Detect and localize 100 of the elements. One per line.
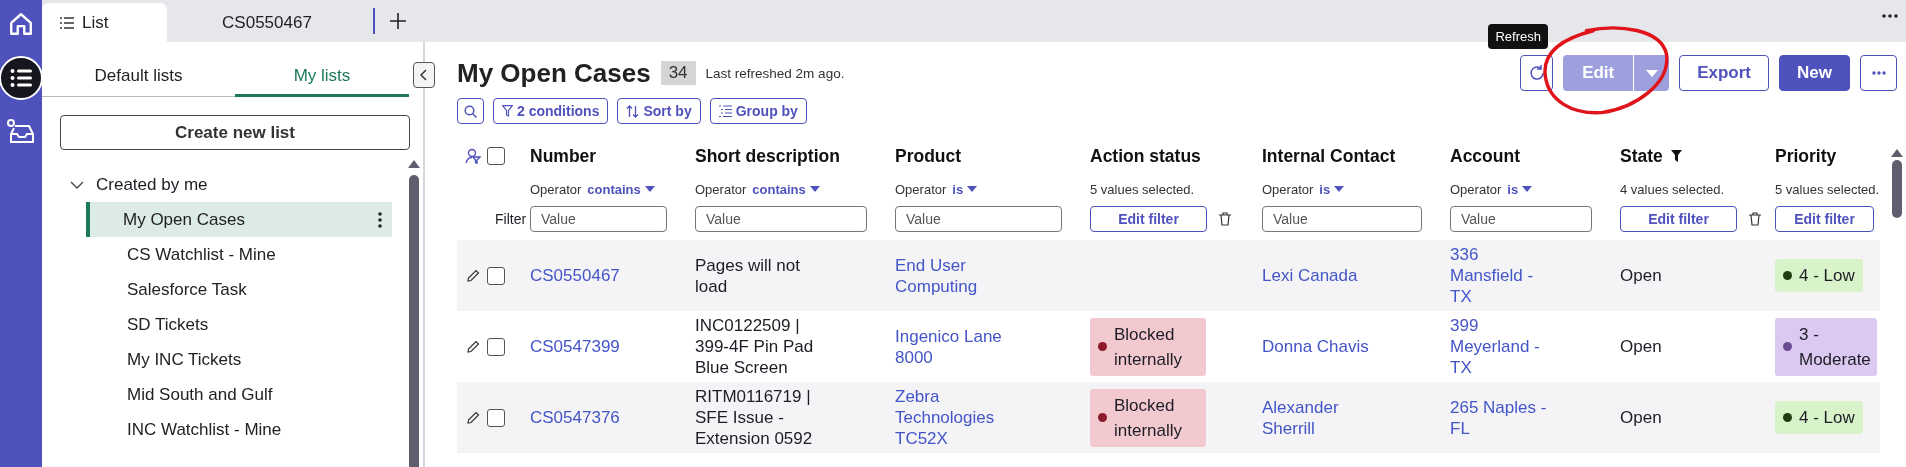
filter-field[interactable]: Value (530, 206, 667, 232)
filter-field[interactable]: Value (1450, 206, 1592, 232)
status-badge: Blocked internally (1090, 388, 1206, 447)
table-link[interactable]: Lexi Canada (1262, 265, 1358, 286)
table-link[interactable]: CS0547376 (530, 407, 620, 428)
chevron-down-icon[interactable] (70, 181, 84, 189)
list-item[interactable]: INC Watchlist - Mine (86, 412, 392, 447)
nav-button[interactable] (0, 56, 43, 100)
caret-icon (967, 186, 978, 192)
edit-filter-button[interactable]: Edit filter (1775, 206, 1874, 232)
table-link[interactable]: Ingenico Lane 8000 (895, 325, 1035, 368)
list-item[interactable]: CS Watchlist - Mine (86, 237, 392, 272)
tab[interactable]: List (42, 3, 167, 42)
column-header[interactable]: Internal Contact (1262, 145, 1396, 167)
search-button[interactable] (457, 98, 484, 124)
list-icon (718, 105, 732, 117)
more-icon (1871, 71, 1886, 75)
table-link[interactable]: 399 Meyerland - TX (1450, 315, 1550, 378)
create-list-button[interactable]: Create new list (60, 115, 410, 150)
scroll-up-icon[interactable] (408, 160, 420, 168)
table-link[interactable]: 265 Naples - FL (1450, 396, 1550, 439)
refresh-status: Last refreshed 2m ago. (705, 65, 845, 81)
inbox-icon[interactable] (7, 119, 35, 145)
kebab-icon[interactable] (378, 211, 382, 228)
filter-field[interactable]: Value (1262, 206, 1422, 232)
caret-icon (1645, 69, 1658, 77)
list-item[interactable]: My Open Cases (86, 202, 392, 237)
list-item[interactable]: SD Tickets (86, 307, 392, 342)
list-item[interactable]: My INC Tickets (86, 342, 392, 377)
scrollbar-thumb[interactable] (409, 175, 419, 467)
status-badge: Blocked internally (1090, 317, 1206, 376)
priority-badge: 4 - Low (1775, 259, 1863, 292)
operator-label: Operator (895, 181, 947, 197)
filter-field[interactable]: Value (695, 206, 867, 232)
new-button[interactable]: New (1779, 55, 1850, 91)
column-header[interactable]: Action status (1090, 145, 1201, 167)
table-link[interactable]: Alexander Sherrill (1262, 396, 1382, 439)
chevron-left-icon (420, 69, 428, 81)
priority-badge: 3 - Moderate (1775, 317, 1877, 376)
personalize-icon[interactable] (465, 148, 481, 164)
refresh-icon (1527, 64, 1546, 82)
conditions-button[interactable]: 2 conditions (493, 98, 609, 124)
table-cell: Open (1620, 265, 1662, 286)
table-cell-text: RITM0116719 | SFE Issue - Extension 0592 (695, 386, 814, 449)
more-button[interactable] (1860, 55, 1897, 91)
edit-pencil-icon[interactable] (467, 269, 480, 282)
column-header[interactable]: Short description (695, 145, 840, 167)
edit-filter-button[interactable]: Edit filter (1620, 206, 1737, 232)
operator-dropdown[interactable]: is (952, 181, 978, 197)
edit-pencil-icon[interactable] (467, 340, 480, 353)
caret-icon (1522, 186, 1533, 192)
column-header[interactable]: Priority (1775, 145, 1837, 167)
priority-badge: 4 - Low (1775, 401, 1863, 434)
group-label: Created by me (96, 175, 208, 195)
row-checkbox[interactable] (487, 408, 505, 427)
sort-icon (626, 104, 640, 118)
column-header[interactable]: Number (530, 145, 597, 167)
column-header[interactable]: State (1620, 145, 1682, 167)
filter-field[interactable]: Value (895, 206, 1062, 232)
group-button[interactable]: Group by (709, 98, 807, 124)
table-link[interactable]: Donna Chavis (1262, 336, 1369, 357)
more-icon[interactable] (1882, 14, 1898, 18)
operator-dropdown[interactable]: contains (587, 181, 655, 197)
page-title: My Open Cases (457, 57, 651, 89)
row-checkbox[interactable] (487, 337, 505, 356)
operator-dropdown[interactable]: is (1319, 181, 1345, 197)
collapse-button[interactable] (413, 62, 435, 88)
caret-icon (809, 186, 820, 192)
list-item[interactable]: Mid South and Gulf (86, 377, 392, 412)
trash-icon[interactable] (1749, 212, 1761, 226)
edit-filter-button[interactable]: Edit filter (1090, 206, 1207, 232)
table-link[interactable]: End User Computing (895, 254, 1035, 297)
filter-summary: 5 values selected. (1090, 181, 1195, 197)
operator-label: Operator (1450, 181, 1502, 197)
tab[interactable]: CS0550467 (167, 3, 367, 42)
trash-icon[interactable] (1219, 212, 1231, 226)
column-header[interactable]: Account (1450, 145, 1520, 167)
select-all-checkbox[interactable] (487, 147, 505, 165)
sort-button[interactable]: Sort by (617, 98, 701, 124)
column-header[interactable]: Product (895, 145, 962, 167)
tooltip: Refresh (1488, 24, 1548, 49)
operator-dropdown[interactable]: is (1507, 181, 1533, 197)
export-button[interactable]: Export (1679, 55, 1770, 91)
home-icon[interactable] (8, 11, 34, 37)
table-link[interactable]: CS0547399 (530, 336, 620, 357)
tab[interactable]: Default lists (42, 58, 235, 97)
list-icon[interactable] (10, 68, 32, 88)
filter-summary: 5 values selected. (1775, 181, 1880, 197)
list-item[interactable]: Salesforce Task (86, 272, 392, 307)
scrollbar-thumb[interactable] (1892, 160, 1902, 218)
scroll-up-icon[interactable] (1891, 149, 1903, 157)
edit-pencil-icon[interactable] (467, 411, 480, 424)
table-link[interactable]: CS0550467 (530, 265, 620, 286)
add-tab-icon[interactable] (389, 12, 407, 30)
row-checkbox[interactable] (487, 266, 505, 285)
filter-summary: 4 values selected. (1620, 181, 1725, 197)
table-link[interactable]: Zebra Technologies TC52X (895, 386, 1035, 449)
tab[interactable]: My lists (235, 58, 409, 97)
operator-dropdown[interactable]: contains (752, 181, 820, 197)
table-link[interactable]: 336 Mansfield - TX (1450, 244, 1550, 307)
